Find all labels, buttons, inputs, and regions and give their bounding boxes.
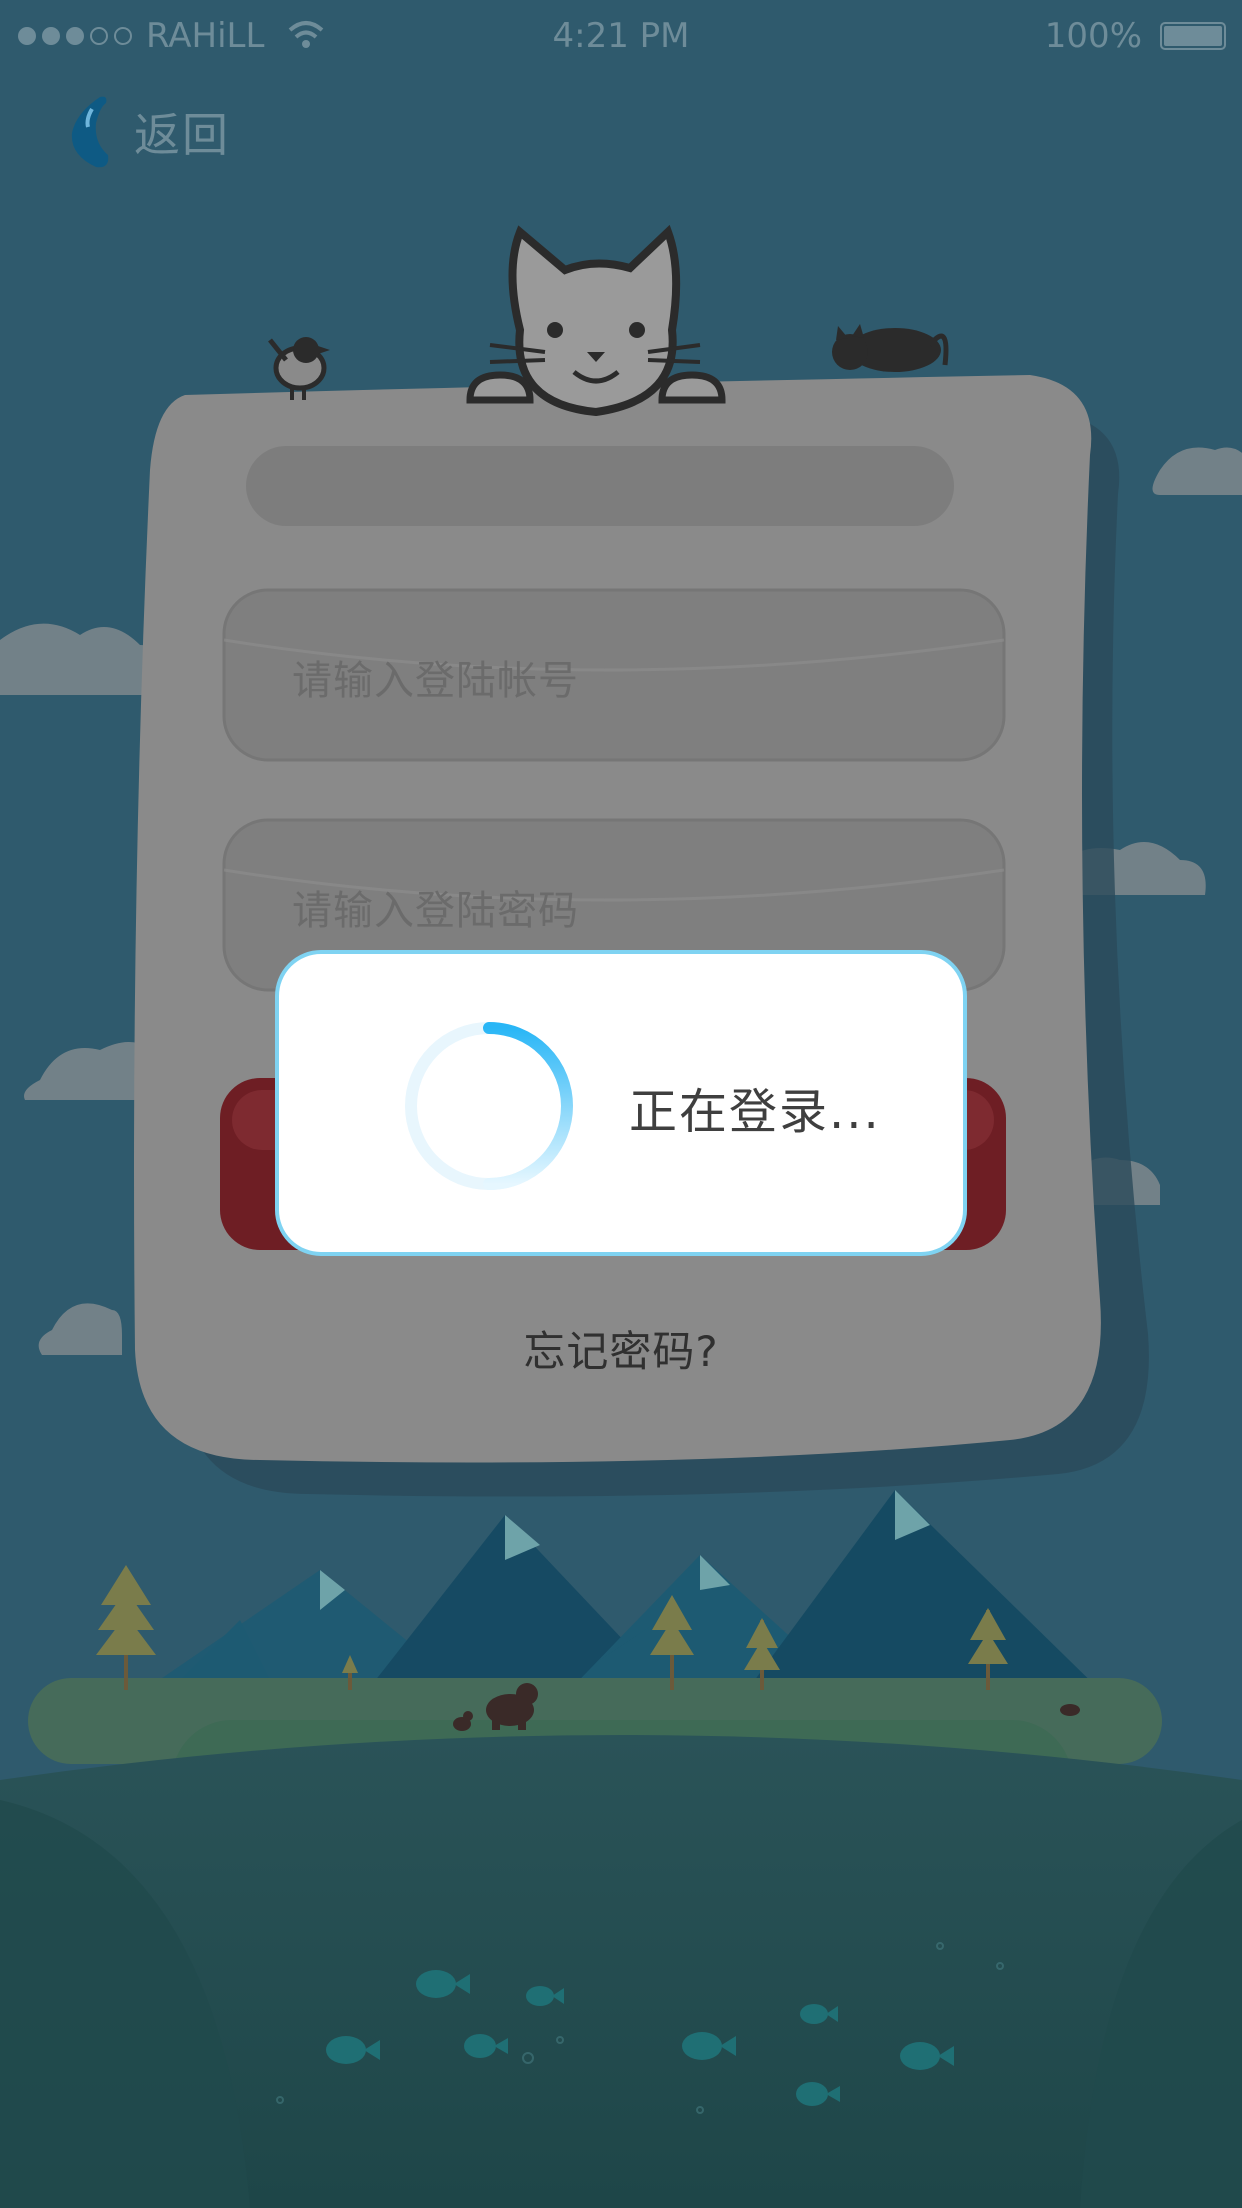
sleeping-cat-icon [832, 324, 949, 372]
loading-dialog: 正在登录... [275, 950, 967, 1256]
forgot-password-link[interactable]: 忘记密码? [0, 1318, 1242, 1379]
login-screen: RAHiLL 4:21 PM 100% 返回 请输入登陆帐号 请输入登陆密码 忘… [0, 0, 1242, 2208]
back-label: 返回 [134, 108, 230, 162]
battery-percent: 100% [1044, 16, 1142, 56]
bird-icon [268, 337, 330, 400]
account-field[interactable]: 请输入登陆帐号 [222, 590, 1004, 762]
back-button[interactable]: 返回 [66, 92, 246, 172]
back-icon [71, 96, 109, 168]
status-bar: RAHiLL 4:21 PM 100% [0, 0, 1242, 74]
loading-spinner-icon [405, 1022, 573, 1190]
cat-icon [466, 224, 726, 417]
battery-icon [1160, 22, 1226, 50]
mountain-icon [130, 1490, 1110, 1700]
loading-message: 正在登录... [629, 1084, 881, 1140]
